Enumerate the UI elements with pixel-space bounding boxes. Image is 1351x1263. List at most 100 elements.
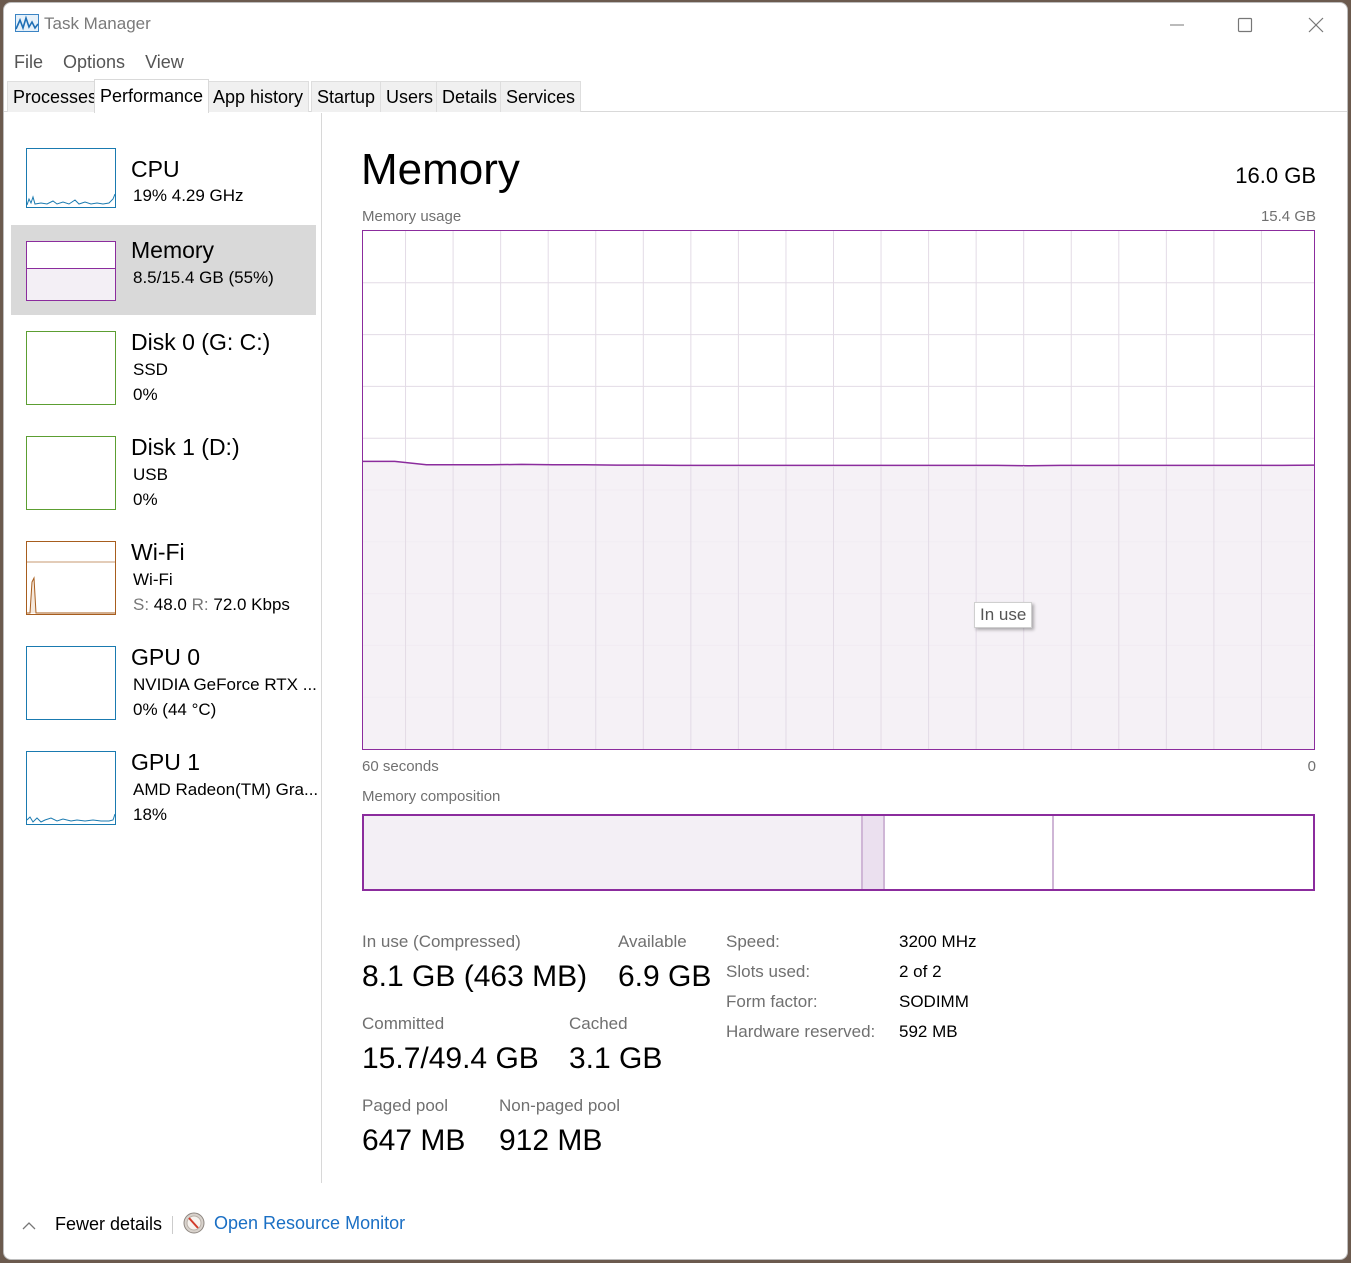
hardware-reserved-value: 592 MB (899, 1022, 958, 1041)
paged-pool-label: Paged pool (362, 1096, 449, 1115)
time-axis-right: 0 (1307, 758, 1316, 775)
cached-value: 3.1 GB (569, 1042, 663, 1075)
slots-used-value: 2 of 2 (899, 962, 942, 981)
wifi-throughput: S: 48.0 R: 72.0 Kbps (133, 595, 290, 615)
task-manager-app-icon (15, 14, 39, 32)
paged-pool-value: 647 MB (362, 1124, 466, 1157)
memory-thumbnail-graph (26, 241, 116, 301)
chevron-up-icon (22, 1221, 36, 1229)
open-resource-monitor-label: Open Resource Monitor (214, 1212, 406, 1233)
cpu-label: CPU (131, 156, 180, 182)
tab-performance[interactable]: Performance (94, 79, 210, 113)
tab-bar: Processes Performance App history Startu… (4, 79, 1347, 113)
close-icon (1308, 17, 1324, 33)
composition-segment-modified[interactable] (863, 816, 885, 889)
wifi-send-value: 48.0 (153, 595, 187, 614)
tab-details[interactable]: Details (436, 81, 504, 112)
disk-0-usage: 0% (133, 385, 158, 404)
memory-usage-max: 15.4 GB (1260, 208, 1316, 225)
committed-value: 15.7/49.4 GB (362, 1042, 539, 1075)
non-paged-pool-value: 912 MB (499, 1124, 603, 1157)
wifi-recv-value: 72.0 Kbps (213, 595, 290, 614)
disk-1-thumbnail-graph (26, 436, 116, 510)
cached-label: Cached (569, 1014, 628, 1033)
sidebar-item-disk-0[interactable]: Disk 0 (G: C:) SSD 0% (11, 329, 316, 421)
disk-1-usage: 0% (133, 490, 158, 509)
footer-divider (172, 1216, 173, 1234)
committed-label: Committed (362, 1014, 445, 1033)
composition-segment-in-use[interactable] (364, 816, 864, 889)
close-button[interactable] (1286, 8, 1346, 42)
disk-1-type: USB (133, 465, 168, 484)
minimize-icon (1170, 24, 1184, 26)
task-manager-window: Task Manager File Options View Processes… (3, 2, 1348, 1260)
gpu-0-label: GPU 0 (131, 644, 201, 670)
sidebar-item-gpu-1[interactable]: GPU 1 AMD Radeon(TM) Gra... 18% (11, 749, 319, 841)
fewer-details-button[interactable]: Fewer details (21, 1214, 162, 1235)
in-use-value: 8.1 GB (463 MB) (362, 960, 588, 993)
tab-app-history[interactable]: App history (207, 81, 310, 112)
wifi-label: Wi-Fi (131, 539, 185, 565)
composition-segment-standby[interactable] (884, 816, 1055, 889)
title-bar[interactable]: Task Manager (4, 3, 1347, 47)
open-resource-monitor-link[interactable]: Open Resource Monitor (183, 1212, 405, 1234)
tab-processes[interactable]: Processes (7, 81, 104, 112)
speed-value: 3200 MHz (899, 932, 977, 951)
memory-composition-label: Memory composition (362, 788, 501, 805)
menu-options[interactable]: Options (53, 49, 135, 75)
composition-segment-free[interactable] (1054, 816, 1313, 889)
gpu-0-model: NVIDIA GeForce RTX ... (133, 675, 317, 694)
sidebar-item-wifi[interactable]: Wi-Fi Wi-Fi S: 48.0 R: 72.0 Kbps (11, 539, 316, 631)
sidebar-item-disk-1[interactable]: Disk 1 (D:) USB 0% (11, 434, 316, 526)
footer-bar: Fewer details Open Resource Monitor (4, 1208, 1347, 1242)
memory-usage: 8.5/15.4 GB (55%) (133, 268, 274, 287)
minimize-button[interactable] (1147, 8, 1207, 42)
memory-usage-area (363, 461, 1314, 749)
total-memory: 16.0 GB (1235, 163, 1316, 188)
maximize-icon (1237, 17, 1253, 33)
form-factor-value: SODIMM (899, 992, 969, 1011)
available-label: Available (618, 932, 687, 951)
memory-label: Memory (131, 237, 215, 263)
speed-label: Speed: (726, 932, 780, 951)
gpu-1-model: AMD Radeon(TM) Gra... (133, 780, 319, 799)
memory-usage-chart-svg (363, 231, 1315, 749)
disk-1-label: Disk 1 (D:) (131, 434, 240, 460)
wifi-recv-label: R: (191, 595, 209, 614)
gpu-1-usage: 18% (133, 805, 168, 824)
memory-usage-line (363, 460, 1315, 467)
resource-monitor-icon (183, 1212, 205, 1234)
performance-sidebar: CPU 19% 4.29 GHz Memory 8.5/15.4 GB (55%… (4, 113, 322, 1183)
non-paged-pool-label: Non-paged pool (499, 1096, 620, 1115)
in-use-tooltip: In use (974, 602, 1033, 628)
cpu-thumbnail-graph (26, 148, 116, 208)
memory-composition-bar (362, 814, 1315, 891)
menu-view[interactable]: View (135, 49, 194, 75)
wifi-thumbnail-graph (26, 541, 116, 615)
in-use-label: In use (Compressed) (362, 932, 521, 951)
gpu-1-thumbnail-graph (26, 751, 116, 825)
sidebar-item-memory[interactable]: Memory 8.5/15.4 GB (55%) (11, 225, 316, 315)
wifi-send-label: S: (133, 595, 150, 614)
disk-0-label: Disk 0 (G: C:) (131, 329, 271, 355)
window-title: Task Manager (44, 14, 151, 33)
wifi-adapter: Wi-Fi (133, 570, 173, 589)
sidebar-item-gpu-0[interactable]: GPU 0 NVIDIA GeForce RTX ... 0% (44 °C) (11, 644, 317, 736)
tab-startup[interactable]: Startup (311, 81, 382, 112)
memory-usage-chart: In use (362, 230, 1315, 750)
available-value: 6.9 GB (618, 960, 712, 993)
disk-0-thumbnail-graph (26, 331, 116, 405)
menu-file[interactable]: File (4, 49, 53, 75)
memory-usage-label: Memory usage (362, 208, 462, 225)
disk-0-type: SSD (133, 360, 168, 379)
hardware-reserved-label: Hardware reserved: (726, 1022, 876, 1041)
slots-used-label: Slots used: (726, 962, 811, 981)
form-factor-label: Form factor: (726, 992, 818, 1011)
page-title: Memory (361, 145, 520, 194)
maximize-button[interactable] (1215, 8, 1275, 42)
gpu-0-thumbnail-graph (26, 646, 116, 720)
tab-users[interactable]: Users (380, 81, 440, 112)
gpu-0-usage: 0% (44 °C) (133, 700, 217, 719)
tab-services[interactable]: Services (500, 81, 582, 112)
gpu-1-label: GPU 1 (131, 749, 201, 775)
